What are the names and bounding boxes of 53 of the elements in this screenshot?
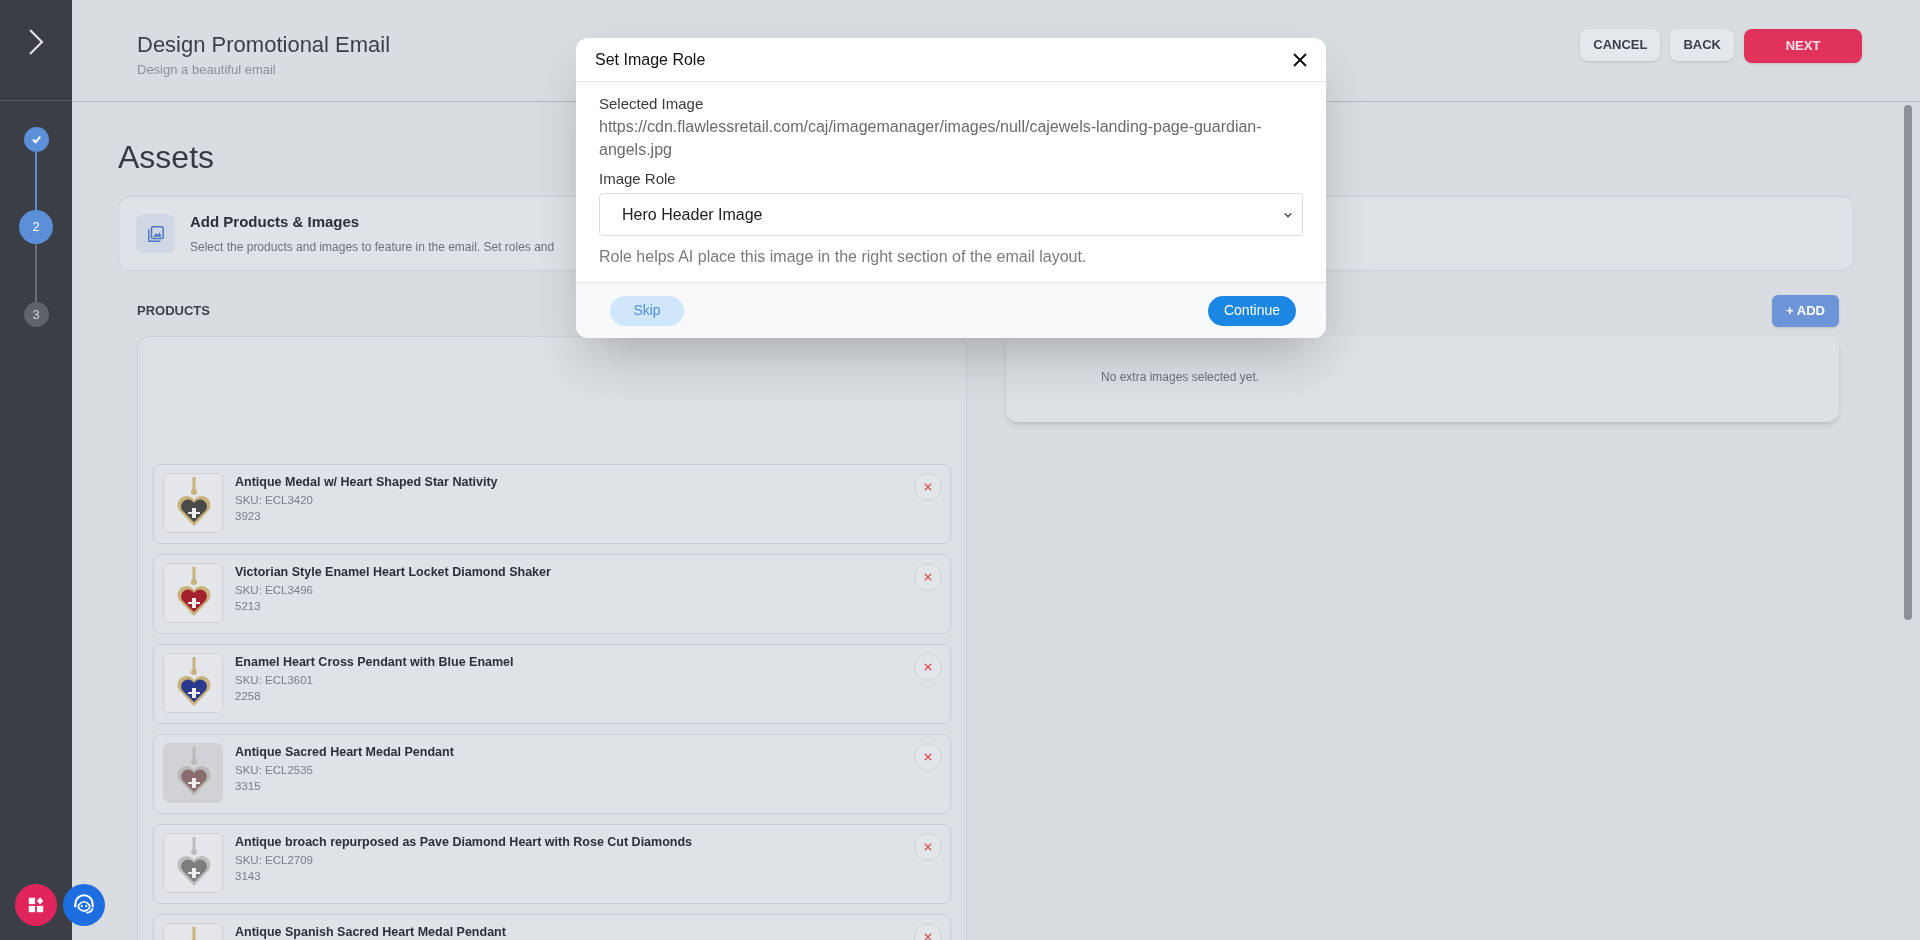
close-icon[interactable] xyxy=(1293,52,1307,67)
product-sku: SKU: ECL2709 xyxy=(235,853,314,868)
role-select[interactable]: Hero Header Image xyxy=(599,193,1303,236)
product-name: Antique Spanish Sacred Heart Medal Pendant xyxy=(235,924,506,940)
card-description: Select the products and images to feature in the email. Set roles and xyxy=(190,239,555,257)
gallery-icon xyxy=(136,214,175,253)
products-heading: PRODUCTS xyxy=(137,302,210,321)
empty-message: No extra images selected yet. xyxy=(1101,370,1260,384)
close-icon xyxy=(924,753,932,761)
remove-button[interactable] xyxy=(914,743,942,771)
page-subtitle: Design a beautiful email xyxy=(137,61,277,79)
close-icon xyxy=(924,663,932,671)
image-url: https://cdn.flawlessretail.com/caj/imagemanager/images/null/cajewels-landing-page-guardian-angels.jpg xyxy=(599,117,1263,160)
support-button[interactable] xyxy=(63,884,105,926)
product-code: 2258 xyxy=(235,689,262,704)
close-icon xyxy=(924,933,932,940)
continue-button[interactable]: Continue xyxy=(1208,295,1296,326)
product-code: 3143 xyxy=(235,869,262,884)
product-name: Antique Sacred Heart Medal Pendant xyxy=(235,744,454,760)
field-label: Image Role xyxy=(599,169,676,189)
dialog-title: Set Image Role xyxy=(595,49,706,70)
remove-button[interactable] xyxy=(914,473,942,501)
product-code: 5213 xyxy=(235,599,262,614)
remove-button[interactable] xyxy=(914,563,942,591)
step-indicator: 2 xyxy=(19,210,53,244)
product-code: 3923 xyxy=(235,509,262,524)
product-name: Antique Medal w/ Heart Shaped Star Nativity xyxy=(235,474,498,490)
card-title: Add Products & Images xyxy=(190,211,361,232)
product-name: Antique broach repurposed as Pave Diamond Heart with Rose Cut Diamonds xyxy=(235,834,693,850)
remove-button[interactable] xyxy=(914,833,942,861)
add-button[interactable]: + ADD xyxy=(1772,295,1839,327)
section-title: Assets xyxy=(118,138,215,177)
product-code: 3315 xyxy=(235,779,262,794)
product-sku: SKU: ECL3601 xyxy=(235,673,314,688)
product-sku: SKU: ECL2535 xyxy=(235,763,314,778)
close-icon xyxy=(924,483,932,491)
close-icon xyxy=(924,573,932,581)
next-button[interactable]: NEXT xyxy=(1744,29,1862,63)
step-indicator: 3 xyxy=(23,302,49,327)
header-button[interactable]: CANCEL xyxy=(1580,29,1661,61)
chevron-down-icon xyxy=(1284,211,1292,218)
skip-button[interactable]: Skip xyxy=(610,295,684,326)
header-button[interactable]: BACK xyxy=(1670,29,1734,61)
remove-button[interactable] xyxy=(914,653,942,681)
close-icon xyxy=(924,843,932,851)
field-label: Selected Image xyxy=(599,94,704,114)
hint-text: Role helps AI place this image in the right section of the email layout. xyxy=(599,247,1087,267)
page-title: Design Promotional Email xyxy=(137,31,391,59)
product-name: Victorian Style Enamel Heart Locket Diamond Shaker xyxy=(235,564,551,580)
apps-icon xyxy=(27,896,45,914)
product-sku: SKU: ECL3496 xyxy=(235,583,314,598)
product-name: Enamel Heart Cross Pendant with Blue Enamel xyxy=(235,654,514,670)
product-sku: SKU: ECL3420 xyxy=(235,493,314,508)
